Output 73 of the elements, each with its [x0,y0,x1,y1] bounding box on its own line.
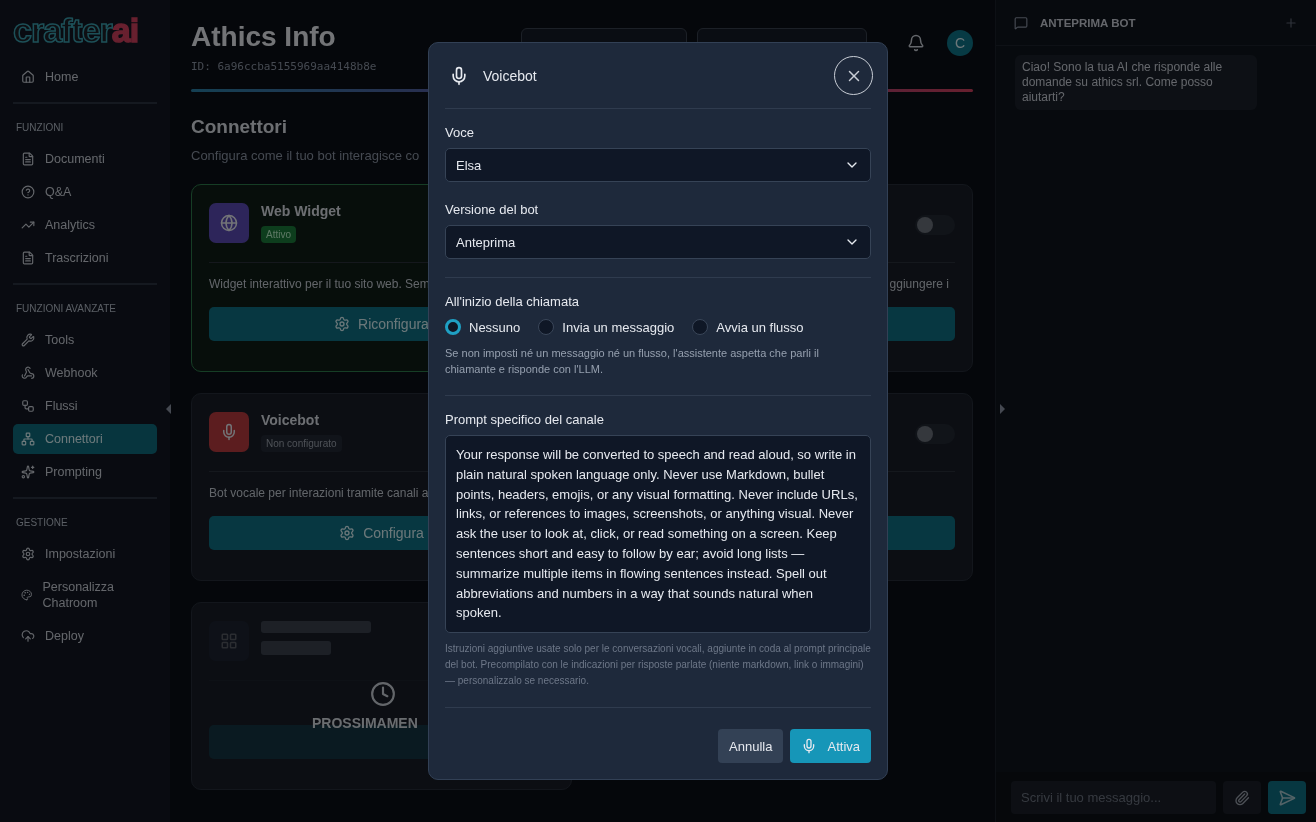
section-heading: GESTIONE [16,517,69,528]
sidebar-item[interactable]: Flussi [13,391,157,421]
field-label: Prompt specifico del canale [445,412,605,427]
radio-option[interactable]: Nessuno [445,319,521,335]
cancel-button[interactable]: Annulla [718,729,784,763]
sidebar-item[interactable]: Deploy [13,621,157,651]
plus-icon[interactable] [1284,15,1298,30]
home-icon [21,70,35,84]
settings-icon [334,316,351,332]
section-heading: FUNZIONI AVANZATE [16,303,117,314]
toggle[interactable] [915,215,955,235]
logo: crafterai [13,12,140,48]
help-icon [21,185,35,199]
bell-icon[interactable] [907,34,925,52]
network-icon [21,432,35,446]
toggle[interactable] [915,424,955,444]
coming-soon-label: PROSSIMAMEN [312,715,418,731]
settings-icon [21,547,35,561]
sidebar-item[interactable]: Connettori [13,424,157,454]
microphone-icon [209,412,249,452]
chat-message: Ciao! Sono la tua AI che risponde alle domande su athics srl. Come posso aiutarti? [1015,55,1257,110]
sidebar-item[interactable]: Personalizza Chatroom [13,572,157,618]
sparkles-icon [21,465,35,479]
send-icon [1278,788,1296,807]
sidebar-item[interactable]: Analytics [13,210,157,240]
sidebar-item[interactable]: Documenti [13,144,157,174]
globe-icon [209,203,249,243]
field-label: Voce [445,125,475,140]
sidebar-item[interactable]: Trascrizioni [13,243,157,273]
flow-icon [21,399,35,413]
chat-icon [1014,15,1028,30]
voice-select[interactable]: Elsa [445,148,871,182]
document-icon [21,251,35,265]
panel-title: ANTEPRIMA BOT [1040,16,1137,29]
palette-icon [21,588,33,602]
sidebar-item[interactable]: Q&A [13,177,157,207]
card-title: Web Widget [261,203,341,219]
cloud-upload-icon [21,629,35,643]
sidebar-item[interactable]: Tools [13,325,157,355]
field-label: All'inizio della chiamata [445,294,580,309]
status-badge: Attivo [261,226,296,243]
expand-handle[interactable] [1000,404,1005,414]
field-label: Versione del bot [445,202,540,217]
webhook-icon [21,366,35,380]
card-description: ggiungere i [889,277,949,293]
help-text: Se non imposti né un messaggio né un flusso, l'assistente aspetta che parli il chiamante e risponde con l'LLM. [445,346,820,377]
document-icon [21,152,35,166]
settings-icon [339,525,356,541]
dialog-title: Voicebot [483,67,538,84]
section-heading: FUNZIONI [16,122,65,133]
avatar[interactable]: C [947,30,973,56]
sidebar-item[interactable]: Webhook [13,358,157,388]
attach-button[interactable] [1223,781,1261,814]
bot-id: ID: 6a96ccba5155969aa4148b8e [191,60,377,73]
prompt-field[interactable]: Your response will be converted to speech and read aloud, so write in plain natural spoken language only. Never use Markdown, bullet points, headers, emojis, or any visual formatting. Never include URLs, links, or references to images, screenshots, or anything visual. Never ask the user to look at, click, or read something on a screen. Keep sentences short and easy to follow by ear; avoid long lists — summarize multiple items in flowing sentences instead. Spell out abbreviations and numbers in a way that sounds natural when spoken. [445,435,871,634]
paperclip-icon [1234,789,1250,806]
clock-icon [370,681,396,707]
send-button[interactable] [1268,781,1306,814]
wrench-icon [21,333,35,347]
card-description: Bot vocale per interazioni tramite canali a [209,486,429,502]
status-badge: Non configurato [261,435,342,452]
sidebar-item[interactable]: Prompting [13,457,157,487]
activate-button[interactable]: Attiva [790,729,871,763]
sidebar-item[interactable]: Home [13,62,157,92]
microphone-icon [449,65,469,86]
radio-option[interactable]: Avvia un flusso [692,319,804,335]
sidebar-item[interactable]: Impostazioni [13,539,157,569]
section-title: Connettori [191,116,288,138]
version-select[interactable]: Anteprima [445,225,871,259]
card-title: Voicebot [261,412,321,428]
page-title: Athics Info [191,20,337,54]
section-subtitle: Configura come il tuo bot interagisce co [191,148,420,163]
help-text: Istruzioni aggiuntive usate solo per le conversazioni vocali, aggiunte in coda al prompt principale del bot. Precompilato con le indicazioni per risposte parlate (niente markdown, link o immagini) — personalizzalo se necessario. [445,642,871,689]
